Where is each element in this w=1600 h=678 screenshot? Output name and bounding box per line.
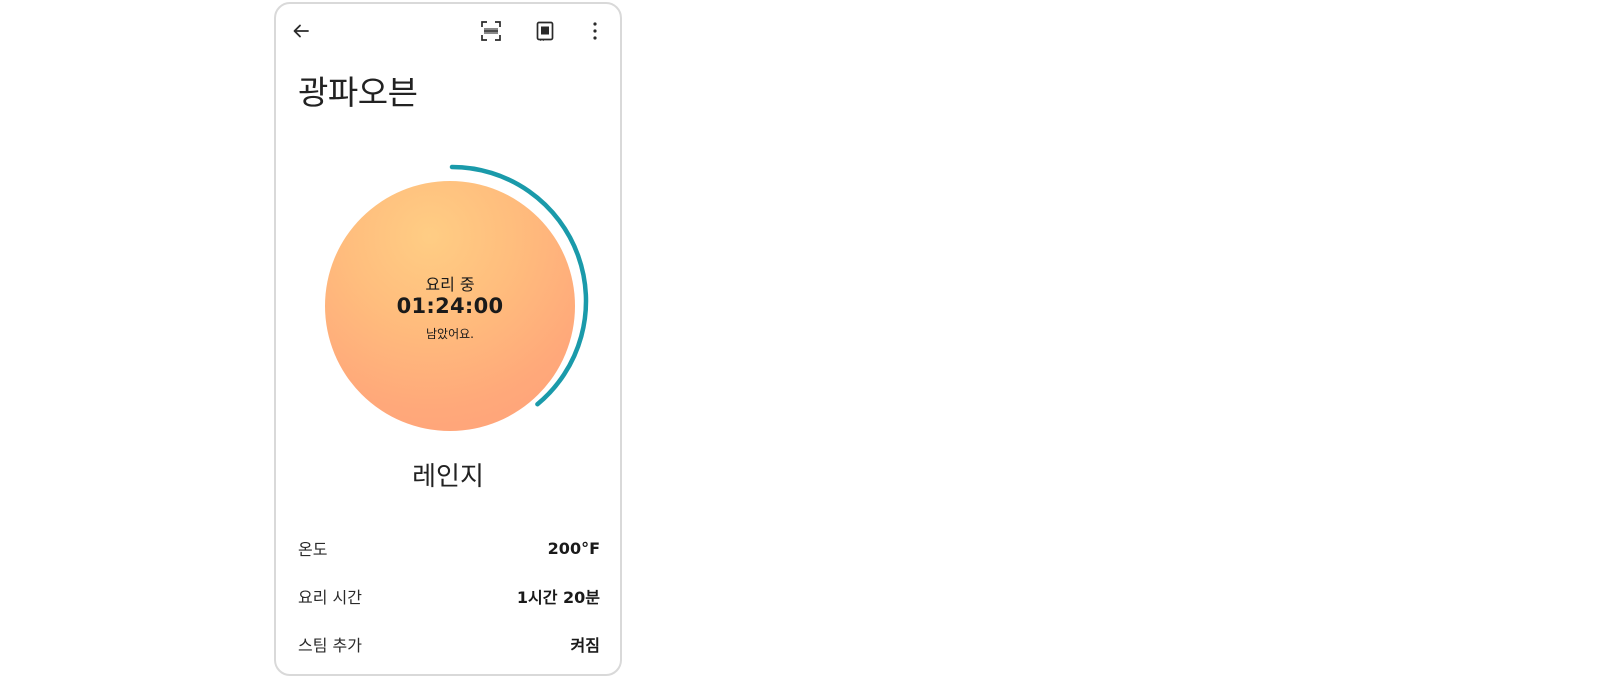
- setting-row-cook-time: 요리 시간 1시간 20분: [298, 584, 600, 608]
- scan-button[interactable]: [478, 18, 504, 44]
- scan-icon: [481, 21, 501, 41]
- setting-label: 요리 시간: [298, 588, 362, 607]
- setting-value: 200°F: [547, 538, 600, 558]
- setting-label: 스팀 추가: [298, 636, 362, 655]
- setting-value: 1시간 20분: [516, 588, 600, 607]
- page-title: 광파오븐: [298, 73, 418, 112]
- setting-value: 켜짐: [570, 636, 600, 655]
- remaining-label: 남았어요.: [426, 327, 474, 341]
- more-vertical-icon: [593, 22, 597, 40]
- phone-frame: 광파오븐 요리 중 01:24:00 남았어요. 레인지 온도 200°F 요리…: [274, 2, 622, 676]
- time-remaining: 01:24:00: [396, 294, 504, 318]
- setting-row-temperature: 온도 200°F: [298, 536, 600, 560]
- setting-label: 온도: [298, 540, 328, 559]
- setting-row-steam: 스팀 추가 켜짐: [298, 632, 600, 656]
- cooking-status: 요리 중: [425, 275, 475, 294]
- recipe-book-icon: [536, 21, 554, 41]
- cooking-mode: 레인지: [412, 462, 484, 492]
- more-options-button[interactable]: [582, 18, 608, 44]
- back-button[interactable]: [288, 18, 314, 44]
- recipe-book-button[interactable]: [532, 18, 558, 44]
- cooking-progress-dial: 요리 중 01:24:00 남았어요.: [312, 164, 592, 444]
- top-app-bar: [276, 4, 620, 60]
- arrow-left-icon: [293, 24, 309, 38]
- cooking-orb: 요리 중 01:24:00 남았어요.: [325, 181, 575, 431]
